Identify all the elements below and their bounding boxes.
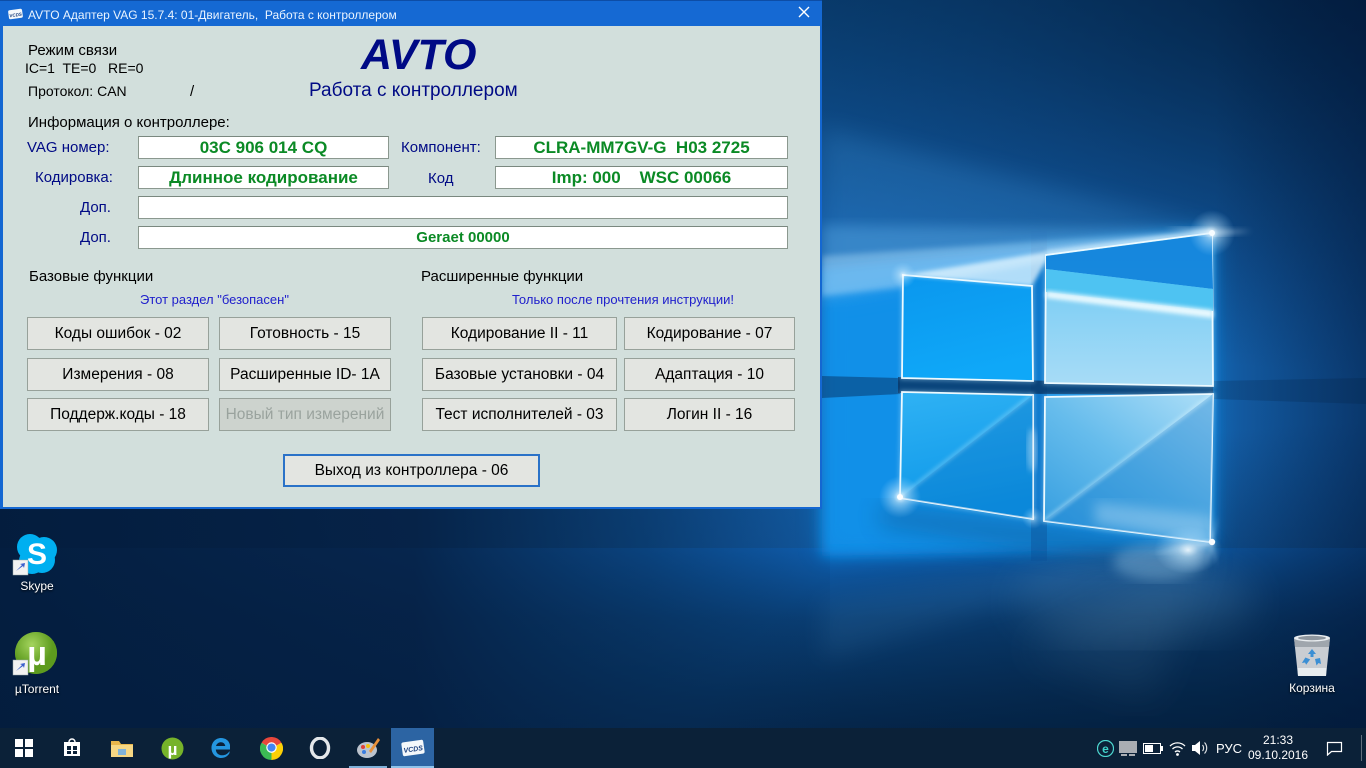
svg-text:µ: µ (27, 635, 47, 673)
svg-text:µ: µ (167, 740, 177, 759)
svg-text:S: S (27, 538, 47, 571)
svg-text:e: e (1102, 742, 1109, 756)
